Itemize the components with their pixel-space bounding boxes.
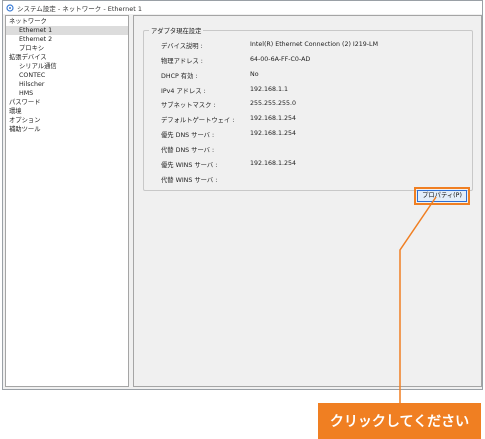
click-here-callout: クリックしてください [318, 403, 481, 439]
callout-leader-line [399, 196, 437, 403]
